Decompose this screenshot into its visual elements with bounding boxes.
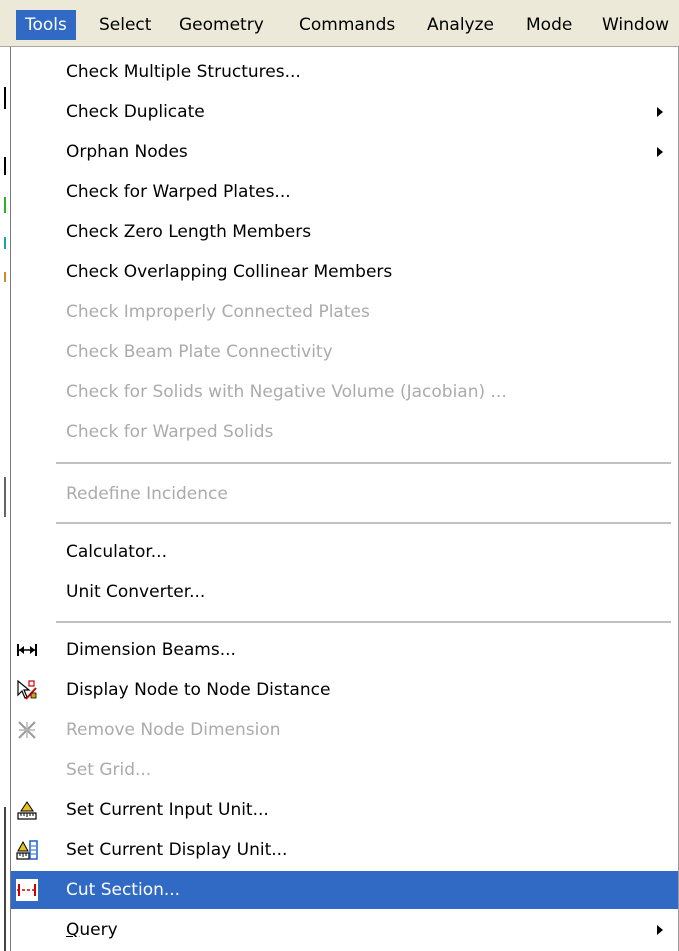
submenu-arrow-icon [657,147,663,157]
menu-item-label: Check Improperly Connected Plates [66,302,370,322]
menu-item-dimension-beams[interactable]: Dimension Beams... [11,631,679,669]
menu-item-label: Display Node to Node Distance [66,680,331,700]
menu-item-check-beam-plate: Check Beam Plate Connectivity [11,333,679,371]
menu-item-label: Check Multiple Structures... [66,62,301,82]
menu-mode[interactable]: Mode [517,10,581,40]
edge-mark [4,197,6,213]
menu-item-label: Check Zero Length Members [66,222,312,242]
menu-select[interactable]: Select [90,10,160,40]
menu-item-label: Check Duplicate [66,102,205,122]
menu-item-check-zero-length-members[interactable]: Check Zero Length Members [11,213,679,251]
menu-item-label: Unit Converter... [66,582,206,602]
menu-item-check-warped-plates[interactable]: Check for Warped Plates... [11,173,679,211]
menu-item-label: Calculator... [66,542,167,562]
remove-dimension-icon [18,721,36,739]
menu-geometry[interactable]: Geometry [170,10,273,40]
menu-item-display-node-distance[interactable]: Display Node to Node Distance [11,671,679,709]
menu-item-check-improperly-connected: Check Improperly Connected Plates [11,293,679,331]
menu-item-check-warped-solids: Check for Warped Solids [11,413,679,451]
menu-item-set-input-unit[interactable]: Set Current Input Unit... [11,791,679,829]
menu-tools[interactable]: Tools [16,10,76,40]
menu-item-query[interactable]: Query [11,911,679,949]
menu-bar: Tools Select Geometry Commands Analyze M… [0,0,679,47]
menu-item-label: Set Current Input Unit... [66,800,269,820]
menu-item-set-grid: Set Grid... [11,751,679,789]
menu-item-label: Check for Warped Plates... [66,182,291,202]
menu-item-check-overlapping-collinear[interactable]: Check Overlapping Collinear Members [11,253,679,291]
menu-separator [56,522,671,524]
input-unit-icon [17,801,37,820]
menu-item-label: Redefine Incidence [66,484,228,504]
menu-item-label: Check for Warped Solids [66,422,274,442]
edge-mark [4,157,6,175]
menu-item-set-display-unit[interactable]: Set Current Display Unit... [11,831,679,869]
menu-item-label: Check for Solids with Negative Volume (J… [66,382,507,402]
menu-item-unit-converter[interactable]: Unit Converter... [11,573,679,611]
menu-item-check-duplicate[interactable]: Check Duplicate [11,93,679,131]
tools-dropdown-menu: Check Multiple Structures... Check Dupli… [10,47,679,951]
menu-item-label: Set Current Display Unit... [66,840,288,860]
edge-mark [4,272,6,282]
mnemonic-letter: Q [66,920,80,940]
menu-item-calculator[interactable]: Calculator... [11,533,679,571]
node-distance-icon [17,679,37,700]
menu-item-label-rest: uery [79,920,118,940]
menu-item-check-multiple-structures[interactable]: Check Multiple Structures... [11,53,679,91]
edge-mark [4,87,6,109]
edge-mark [4,237,6,249]
submenu-arrow-icon [657,925,663,935]
menu-item-check-negative-volume: Check for Solids with Negative Volume (J… [11,373,679,411]
menu-item-orphan-nodes[interactable]: Orphan Nodes [11,133,679,171]
dimension-beams-icon [17,644,37,656]
menu-window[interactable]: Window [593,10,678,40]
menu-item-label: Cut Section... [66,880,181,900]
menu-separator [56,621,671,623]
background-window-edge [0,47,10,951]
menu-item-label: Set Grid... [66,760,152,780]
menu-separator [56,462,671,464]
menu-item-label: Dimension Beams... [66,640,236,660]
edge-mark [4,477,6,517]
menu-item-remove-node-dimension: Remove Node Dimension [11,711,679,749]
menu-analyze[interactable]: Analyze [418,10,503,40]
menu-item-redefine-incidence: Redefine Incidence [11,475,679,513]
menu-item-label: Orphan Nodes [66,142,188,162]
menu-item-label: Check Beam Plate Connectivity [66,342,333,362]
menu-item-label: Remove Node Dimension [66,720,281,740]
submenu-arrow-icon [657,107,663,117]
edge-mark [4,807,6,951]
menu-commands[interactable]: Commands [290,10,404,40]
menu-item-cut-section[interactable]: Cut Section... [11,871,679,909]
cut-section-icon [16,879,38,901]
menu-item-label: Query [66,911,118,949]
display-unit-icon [16,840,38,860]
menu-item-label: Check Overlapping Collinear Members [66,262,393,282]
